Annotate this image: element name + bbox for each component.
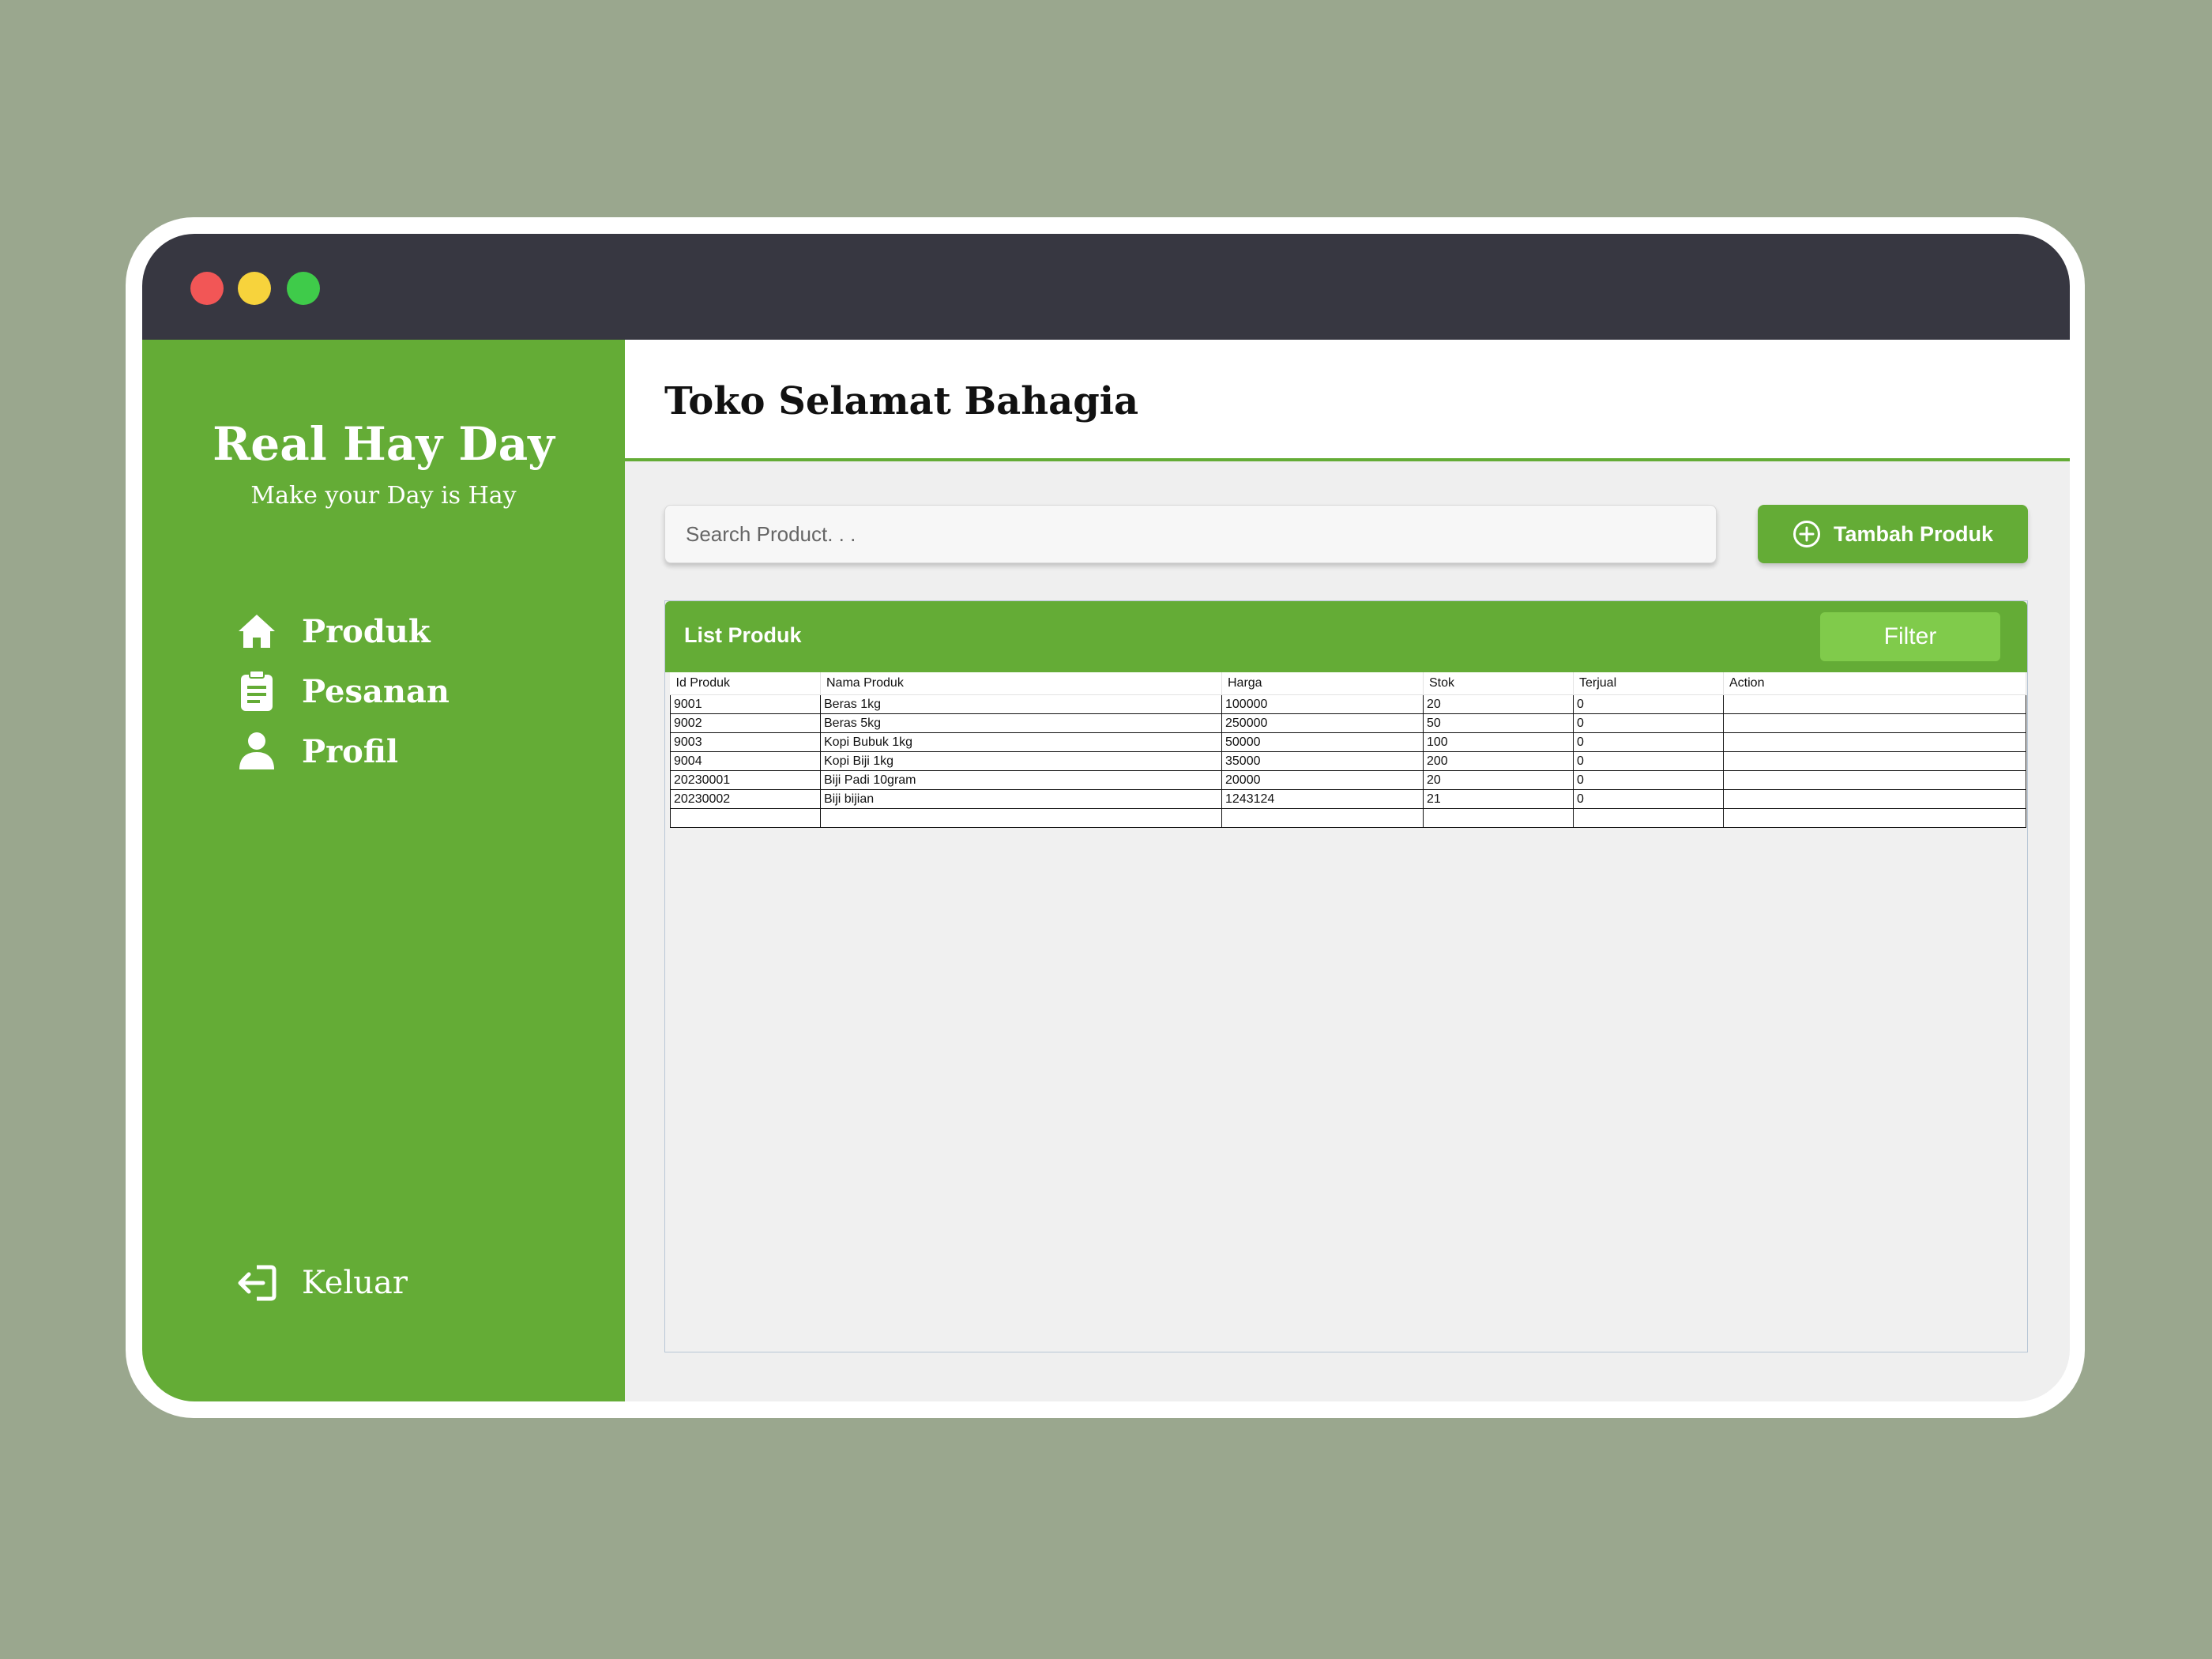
table-cell[interactable]: 9002 bbox=[670, 713, 821, 733]
sidebar-item-label: Profil bbox=[302, 732, 399, 770]
table-cell[interactable]: 20000 bbox=[1221, 770, 1424, 790]
table-cell[interactable]: Biji bijian bbox=[820, 789, 1222, 809]
user-icon bbox=[235, 730, 278, 773]
table-cell[interactable]: Biji Padi 10gram bbox=[820, 770, 1222, 790]
table-cell[interactable] bbox=[1723, 770, 2026, 790]
table-cell[interactable]: 9003 bbox=[670, 732, 821, 752]
table-cell[interactable]: 20230001 bbox=[670, 770, 821, 790]
table-cell[interactable]: 20 bbox=[1423, 770, 1574, 790]
table-cell[interactable] bbox=[820, 808, 1222, 828]
home-icon bbox=[235, 610, 278, 653]
table-cell[interactable] bbox=[1723, 751, 2026, 771]
table-cell[interactable]: 0 bbox=[1573, 770, 1724, 790]
table-row-new[interactable] bbox=[670, 808, 2026, 828]
table-row[interactable]: 9002 Beras 5kg 250000 50 0 bbox=[670, 713, 2026, 733]
table-cell[interactable]: 250000 bbox=[1221, 713, 1424, 733]
column-header-id[interactable]: Id Produk bbox=[670, 672, 821, 695]
brand-title: Real Hay Day bbox=[213, 417, 555, 471]
sidebar-item-label: Pesanan bbox=[302, 672, 450, 710]
table-cell[interactable]: 20 bbox=[1423, 694, 1574, 714]
search-input[interactable] bbox=[664, 505, 1717, 563]
window-titlebar bbox=[142, 234, 2070, 340]
table-cell[interactable] bbox=[1723, 808, 2026, 828]
add-product-label: Tambah Produk bbox=[1833, 521, 1994, 546]
table-cell[interactable]: Kopi Biji 1kg bbox=[820, 751, 1222, 771]
table-row[interactable]: 9004 Kopi Biji 1kg 35000 200 0 bbox=[670, 751, 2026, 771]
table-header-row: Id Produk Nama Produk Harga Stok Terjual… bbox=[670, 672, 2026, 695]
table-cell[interactable]: 21 bbox=[1423, 789, 1574, 809]
product-list-header: List Produk Filter bbox=[665, 601, 2027, 672]
product-table: Id Produk Nama Produk Harga Stok Terjual… bbox=[670, 672, 2026, 828]
minimize-window-button[interactable] bbox=[238, 272, 271, 305]
table-cell[interactable]: 0 bbox=[1573, 694, 1724, 714]
sidebar-item-profil[interactable]: Profil bbox=[235, 728, 398, 775]
table-cell[interactable]: 100000 bbox=[1221, 694, 1424, 714]
table-cell[interactable]: 50000 bbox=[1221, 732, 1424, 752]
sidebar-item-produk[interactable]: Produk bbox=[235, 608, 431, 655]
app-window: Real Hay Day Make your Day is Hay Produk… bbox=[142, 234, 2070, 1401]
sidebar-item-label: Produk bbox=[302, 612, 431, 650]
table-cell[interactable] bbox=[1573, 808, 1724, 828]
table-cell[interactable]: 9001 bbox=[670, 694, 821, 714]
table-cell[interactable]: 9004 bbox=[670, 751, 821, 771]
sidebar: Real Hay Day Make your Day is Hay Produk… bbox=[142, 340, 625, 1401]
table-cell[interactable]: 0 bbox=[1573, 789, 1724, 809]
table-cell[interactable]: 0 bbox=[1573, 713, 1724, 733]
product-list-title: List Produk bbox=[684, 623, 802, 647]
product-list-panel: List Produk Filter Id Produk Nama Produk… bbox=[664, 600, 2028, 1352]
table-cell[interactable] bbox=[670, 808, 821, 828]
table-cell[interactable]: 35000 bbox=[1221, 751, 1424, 771]
maximize-window-button[interactable] bbox=[287, 272, 320, 305]
page-title: Toko Selamat Bahagia bbox=[664, 379, 1139, 423]
table-cell[interactable] bbox=[1723, 713, 2026, 733]
table-row[interactable]: 9001 Beras 1kg 100000 20 0 bbox=[670, 694, 2026, 714]
column-header-stok[interactable]: Stok bbox=[1423, 672, 1574, 695]
table-row[interactable]: 9003 Kopi Bubuk 1kg 50000 100 0 bbox=[670, 732, 2026, 752]
column-header-action[interactable]: Action bbox=[1723, 672, 2026, 695]
table-cell[interactable]: 100 bbox=[1423, 732, 1574, 752]
close-window-button[interactable] bbox=[190, 272, 224, 305]
sidebar-item-label: Keluar bbox=[302, 1265, 408, 1301]
logout-button[interactable]: Keluar bbox=[235, 1259, 408, 1307]
table-cell[interactable] bbox=[1221, 808, 1424, 828]
column-header-terjual[interactable]: Terjual bbox=[1573, 672, 1724, 695]
column-header-harga[interactable]: Harga bbox=[1221, 672, 1424, 695]
table-cell[interactable]: Beras 5kg bbox=[820, 713, 1222, 733]
add-product-button[interactable]: Tambah Produk bbox=[1758, 505, 2028, 563]
table-cell[interactable]: 0 bbox=[1573, 732, 1724, 752]
plus-circle-icon bbox=[1793, 520, 1821, 548]
table-cell[interactable]: 1243124 bbox=[1221, 789, 1424, 809]
table-cell[interactable]: 50 bbox=[1423, 713, 1574, 733]
table-cell[interactable] bbox=[1723, 789, 2026, 809]
table-cell[interactable] bbox=[1423, 808, 1574, 828]
page-header: Toko Selamat Bahagia bbox=[625, 340, 2070, 461]
table-cell[interactable] bbox=[1723, 694, 2026, 714]
table-cell[interactable] bbox=[1723, 732, 2026, 752]
table-cell[interactable]: Kopi Bubuk 1kg bbox=[820, 732, 1222, 752]
sidebar-item-pesanan[interactable]: Pesanan bbox=[235, 668, 450, 715]
column-header-nama[interactable]: Nama Produk bbox=[820, 672, 1222, 695]
table-cell[interactable]: 200 bbox=[1423, 751, 1574, 771]
table-cell[interactable]: 20230002 bbox=[670, 789, 821, 809]
table-cell[interactable]: Beras 1kg bbox=[820, 694, 1222, 714]
brand-subtitle: Make your Day is Hay bbox=[250, 482, 517, 510]
table-row[interactable]: 20230001 Biji Padi 10gram 20000 20 0 bbox=[670, 770, 2026, 790]
clipboard-icon bbox=[235, 670, 278, 713]
logout-icon bbox=[235, 1262, 278, 1304]
table-row[interactable]: 20230002 Biji bijian 1243124 21 0 bbox=[670, 789, 2026, 809]
main-content: Toko Selamat Bahagia Tambah Produk List … bbox=[625, 340, 2070, 1401]
table-cell[interactable]: 0 bbox=[1573, 751, 1724, 771]
filter-button[interactable]: Filter bbox=[1820, 612, 2000, 661]
